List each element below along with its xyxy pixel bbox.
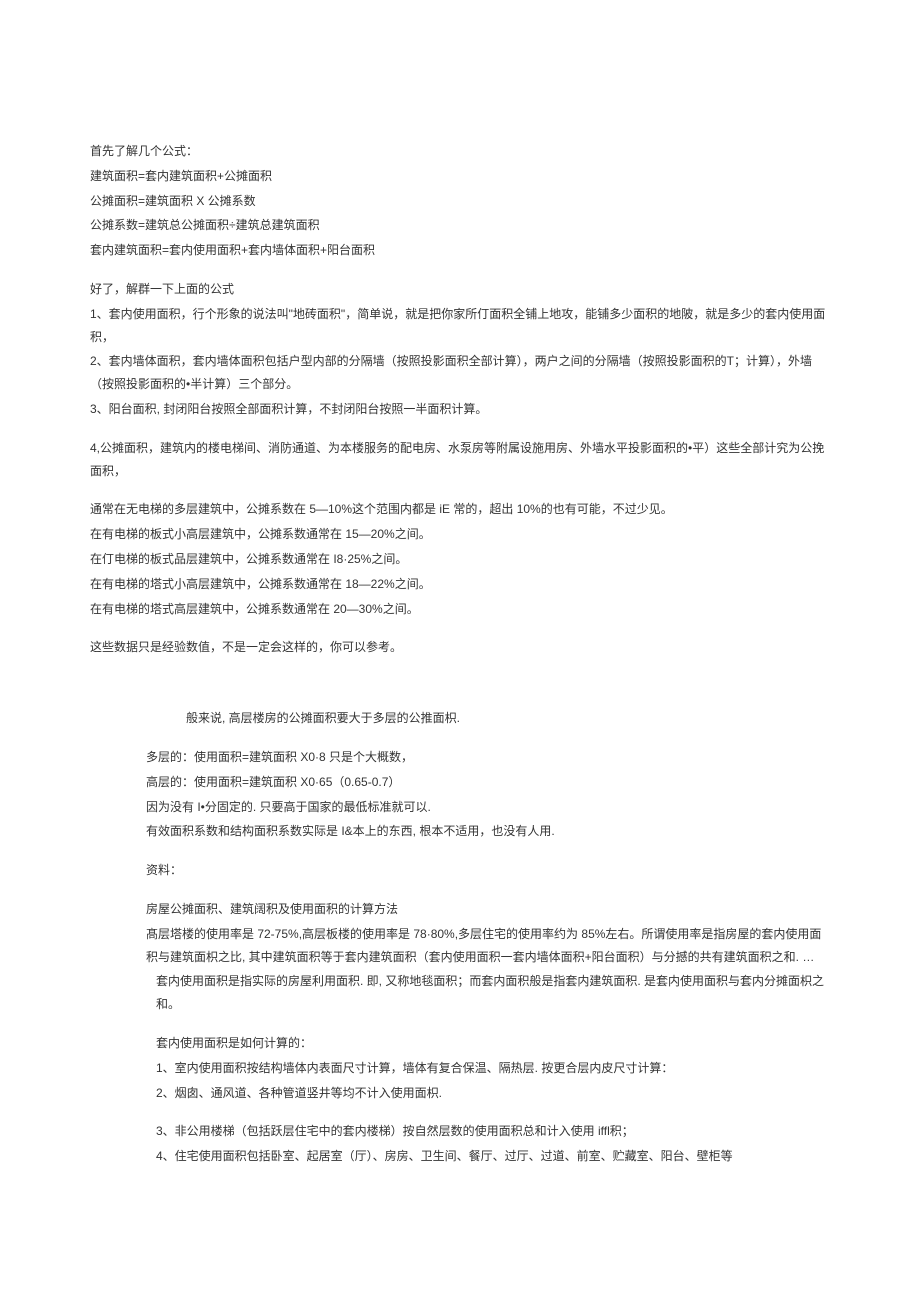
calc-paragraph-1: 髙层塔楼的使用率是 72-75%,高层板楼的使用率是 78·80%,多层住宅的使… <box>146 923 830 969</box>
calc-how-title: 套内使用面积是如何计算的： <box>156 1032 830 1055</box>
explain-item-2: 2、套内墙体面积，套内墙体面积包括户型内部的分隔墙（按照投影面积全部计算），两户… <box>90 350 830 396</box>
intro-line-4: 公摊系数=建筑总公摊面积÷建筑总建筑面积 <box>90 214 830 237</box>
general-note: 般来说, 高层楼房的公摊面积要大于多层的公推面枳. <box>146 707 830 730</box>
ratio-note: 这些数据只是经验数值，不是一定会这样的，你可以参考。 <box>90 636 830 659</box>
calc-how-item-1: 1、室内使用面积按结构墙体内表面尺寸计算，墙体有复合保温、隔热层. 按更合层内皮… <box>156 1057 830 1080</box>
calc-how-item-4: 4、住宅使用面积包括卧室、起居室（厅）、房房、卫生间、餐厅、过厅、过道、前室、贮… <box>156 1145 830 1168</box>
intro-line-5: 套内建筑面积=套内使用面积+套内墙体面积+阳台面积 <box>90 239 830 262</box>
ratio-line-3: 在仃电梯的板式品层建筑中，公摊系数通常在 I8·25%之间。 <box>90 548 830 571</box>
indented-section: 般来说, 高层楼房的公摊面积要大于多层的公推面枳. 多层的：使用面积=建筑面积 … <box>90 707 830 968</box>
calc-paragraph-2: 套内使用面积是指实际的房屋利用面积. 即, 又称地毯面积；而套内面积般是指套内建… <box>156 970 830 1016</box>
calc-how-item-3: 3、非公用楼梯（包括跃层住宅中的套内楼梯）按自然层数的使用面积总和计入使用 if… <box>156 1120 830 1143</box>
intro-line-1: 首先了解几个公式： <box>90 140 830 163</box>
ratio-line-5: 在有电梯的塔式高层建筑中，公摊系数通常在 20—30%之间。 <box>90 598 830 621</box>
intro-line-3: 公摊面积=建筑面积 X 公摊系数 <box>90 190 830 213</box>
calc-title: 房屋公摊面积、建筑阔积及使用面积的计算方法 <box>146 898 830 921</box>
explain-item-4: 4,公摊面积，建筑内的楼电梯间、消防通道、为本楼服务的配电房、水泵房等附属设施用… <box>90 437 830 483</box>
coefficient-note: 有效面积系数和结构面积系数实际是 I&本上的东西, 根本不适用，也没有人用. <box>146 820 830 843</box>
multi-floor-formula: 多层的：使用面积=建筑面积 X0·8 只是个大概数， <box>146 746 830 769</box>
explain-header: 好了，解群一下上面的公式 <box>90 278 830 301</box>
reference-label: 资料： <box>146 859 830 882</box>
high-floor-formula: 高层的：使用面积=建筑面积 X0·65（0.65-0.7） <box>146 771 830 794</box>
intro-line-2: 建筑面积=套内建筑面积+公摊面积 <box>90 165 830 188</box>
explain-item-3: 3、阳台面积, 封闭阳台按照全部面积计算，不封闭阳台按照一半面积计算。 <box>90 398 830 421</box>
ratio-line-4: 在有电梯的塔式小高层建筑中，公摊系数通常在 18—22%之间。 <box>90 573 830 596</box>
reason-note: 因为没有 I•分固定的. 只要高于国家的最低标准就可以. <box>146 796 830 819</box>
indented-section-2: 套内使用面积是指实际的房屋利用面积. 即, 又称地毯面积；而套内面积般是指套内建… <box>90 970 830 1168</box>
ratio-line-1: 通常在无电梯的多层建筑中，公摊系数在 5—10%这个范围内都是 iE 常的，超出… <box>90 498 830 521</box>
calc-how-item-2: 2、烟囱、通风道、各种管道竖井等均不计入使用面枳. <box>156 1082 830 1105</box>
explain-item-1: 1、套内使用面积，行个形象的说法叫"地砖面积"，简单说，就是把你家所仃面积全铺上… <box>90 303 830 349</box>
ratio-line-2: 在有电梯的板式小高层建筑中，公摊系数通常在 15—20%之间。 <box>90 523 830 546</box>
